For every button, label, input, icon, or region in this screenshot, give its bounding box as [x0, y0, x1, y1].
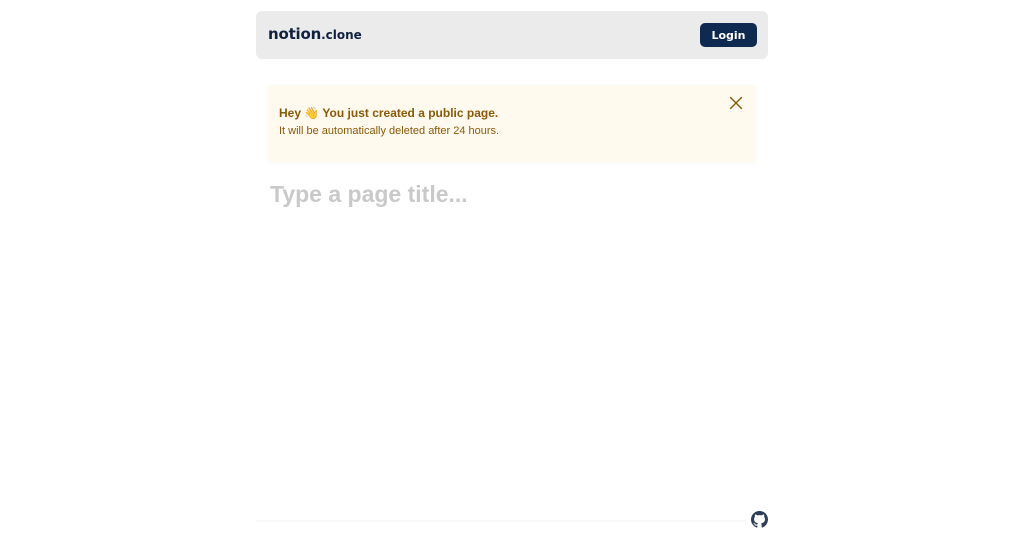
- notice-greeting: Hey 👋: [279, 106, 320, 120]
- header-bar: notion.clone Login: [256, 11, 768, 59]
- page-title-input[interactable]: [268, 178, 752, 210]
- github-link[interactable]: [751, 511, 768, 528]
- github-icon: [751, 511, 768, 528]
- logo-main-text: notion: [268, 25, 322, 43]
- page: notion.clone Login Hey 👋 You just create…: [0, 0, 1024, 543]
- public-page-notice: Hey 👋 You just created a public page. It…: [268, 85, 756, 162]
- logo-suffix-text: .clone: [321, 28, 362, 42]
- notice-title: Hey 👋 You just created a public page.: [279, 106, 498, 120]
- footer-divider: [256, 520, 746, 523]
- close-icon[interactable]: [729, 96, 743, 110]
- logo[interactable]: notion.clone: [268, 24, 362, 43]
- notice-message: It will be automatically deleted after 2…: [279, 125, 500, 137]
- notice-title-text: You just created a public page.: [322, 106, 499, 120]
- login-button[interactable]: Login: [700, 23, 757, 47]
